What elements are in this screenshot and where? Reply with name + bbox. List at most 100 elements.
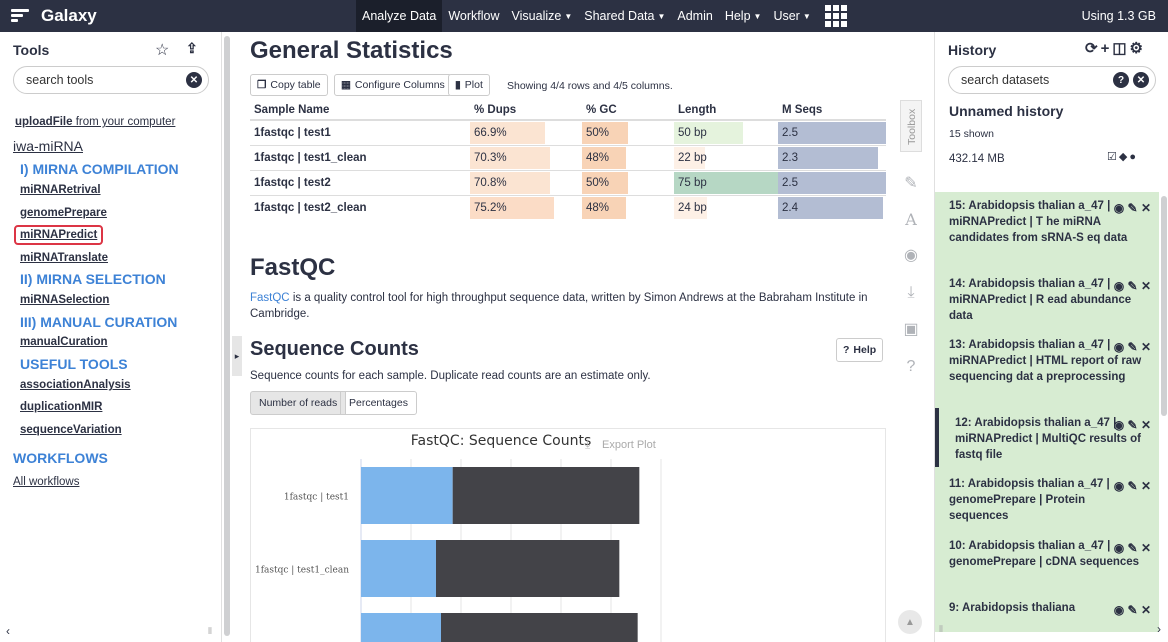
pencil-icon[interactable]: ✎ xyxy=(1128,418,1138,432)
clear-search-icon[interactable]: ✕ xyxy=(1133,72,1149,88)
tool-mirnapredict[interactable]: miRNAPredict xyxy=(14,225,104,245)
section-mirna-selection[interactable]: II) MIRNA SELECTION xyxy=(20,271,166,287)
eye-icon[interactable]: ◉ xyxy=(1114,418,1124,432)
col-dups[interactable]: % Dups xyxy=(470,100,582,121)
delete-icon[interactable]: ✕ xyxy=(1141,541,1151,555)
advanced-search-icon[interactable]: ? xyxy=(1113,72,1129,88)
resize-grip-icon[interactable]: ⦀ xyxy=(208,626,212,637)
pencil-icon[interactable]: ✎ xyxy=(1128,603,1138,617)
tab-number-of-reads[interactable]: Number of reads xyxy=(250,391,347,415)
bar-segment[interactable] xyxy=(441,613,638,642)
save-icon[interactable]: ▣ xyxy=(900,318,922,340)
col-m-seqs[interactable]: M Seqs xyxy=(778,100,886,121)
tool-mirnatranslate[interactable]: miRNATranslate xyxy=(20,252,108,264)
section-manual-curation[interactable]: III) MANUAL CURATION xyxy=(20,314,177,330)
export-plot-button[interactable]: ⤓ Export Plot xyxy=(585,437,656,451)
copy-table-button[interactable]: ❐ Copy table xyxy=(250,74,328,96)
fastqc-link[interactable]: FastQC xyxy=(250,292,290,304)
delete-icon[interactable]: ✕ xyxy=(1141,201,1151,215)
pin-icon[interactable]: ✎ xyxy=(900,172,922,194)
font-icon[interactable]: A xyxy=(900,208,922,230)
tab-percentages[interactable]: Percentages xyxy=(340,391,417,415)
question-circle-icon[interactable]: ? xyxy=(900,356,922,378)
scroll-left-arrow-icon[interactable]: ‹ xyxy=(6,624,10,638)
toolbox-name[interactable]: iwa-miRNA xyxy=(13,138,83,154)
tags-icon[interactable]: ◆ xyxy=(1119,151,1129,163)
nav-analyze-data[interactable]: Analyze Data xyxy=(356,0,443,32)
eye-icon[interactable]: ◉ xyxy=(1114,201,1124,215)
delete-icon[interactable]: ✕ xyxy=(1141,418,1151,432)
brand[interactable]: Galaxy xyxy=(0,6,340,26)
tool-genomeprepare[interactable]: genomePrepare xyxy=(20,207,107,219)
checkbox-icon[interactable]: ☑ xyxy=(1107,151,1119,163)
bar-segment[interactable] xyxy=(452,467,640,524)
columns-icon[interactable]: ◫ xyxy=(1112,40,1129,57)
refresh-icon[interactable]: ⟳ xyxy=(1085,40,1101,57)
history-item[interactable]: 13: Arabidopsis thalian a_47 | miRNAPred… xyxy=(935,337,1159,385)
eye-icon[interactable]: ◉ xyxy=(1114,603,1124,617)
delete-icon[interactable]: ✕ xyxy=(1141,340,1151,354)
section-useful-tools[interactable]: USEFUL TOOLS xyxy=(20,356,128,372)
scroll-right-arrow-icon[interactable]: › xyxy=(1157,622,1161,636)
pencil-icon[interactable]: ✎ xyxy=(1128,541,1138,555)
col-sample-name[interactable]: Sample Name xyxy=(250,100,470,121)
history-item[interactable]: 15: Arabidopsis thalian a_47 | miRNAPred… xyxy=(935,198,1159,246)
section-workflows[interactable]: WORKFLOWS xyxy=(13,450,108,466)
nav-help[interactable]: Help ▼ xyxy=(719,0,768,32)
pencil-icon[interactable]: ✎ xyxy=(1128,279,1138,293)
eye-slash-icon[interactable]: ◉ xyxy=(900,244,922,266)
quota-meter[interactable]: Using 1.3 GB xyxy=(1082,9,1156,23)
bar-segment[interactable] xyxy=(361,613,441,642)
delete-icon[interactable]: ✕ xyxy=(1141,603,1151,617)
nav-shared-data[interactable]: Shared Data ▼ xyxy=(578,0,671,32)
download-icon[interactable]: ⤓ xyxy=(900,282,922,304)
pencil-icon[interactable]: ✎ xyxy=(1128,340,1138,354)
pencil-icon[interactable]: ✎ xyxy=(1128,479,1138,493)
help-button[interactable]: ? Help xyxy=(836,338,884,362)
pencil-icon[interactable]: ✎ xyxy=(1128,201,1138,215)
eye-icon[interactable]: ◉ xyxy=(1114,541,1124,555)
history-item[interactable]: 11: Arabidopsis thalian a_47 | genomePre… xyxy=(935,476,1159,524)
bar-segment[interactable] xyxy=(361,467,453,524)
resize-grip-icon[interactable]: ⦀ xyxy=(939,624,943,635)
history-item[interactable]: 14: Arabidopsis thalian a_47 | miRNAPred… xyxy=(935,276,1159,324)
history-item[interactable]: 10: Arabidopsis thalian a_47 | genomePre… xyxy=(935,538,1159,570)
tool-search-input[interactable]: search tools xyxy=(13,66,209,94)
tool-associationanalysis[interactable]: associationAnalysis xyxy=(20,379,131,391)
upload-file-link[interactable]: uploadFile from your computer xyxy=(15,116,175,128)
toolbox-tab[interactable]: Toolbox xyxy=(900,100,922,152)
favorites-star-icon[interactable]: ☆ xyxy=(155,40,169,60)
eye-icon[interactable]: ◉ xyxy=(1114,340,1124,354)
delete-icon[interactable]: ✕ xyxy=(1141,479,1151,493)
nav-admin[interactable]: Admin xyxy=(671,0,718,32)
nav-workflow[interactable]: Workflow xyxy=(442,0,505,32)
tool-mirnaretrival[interactable]: miRNARetrival xyxy=(20,184,101,196)
comment-icon[interactable]: ● xyxy=(1129,151,1138,163)
tool-panel-scrollbar[interactable] xyxy=(224,36,230,636)
bar-segment[interactable] xyxy=(361,540,436,597)
col-length[interactable]: Length xyxy=(674,100,778,121)
eye-icon[interactable]: ◉ xyxy=(1114,279,1124,293)
nav-user[interactable]: User ▼ xyxy=(767,0,816,32)
tool-duplicationmir[interactable]: duplicationMIR xyxy=(20,401,102,413)
upload-icon[interactable]: ⇪ xyxy=(186,40,198,57)
history-name[interactable]: Unnamed history xyxy=(949,103,1063,119)
tool-sequencevariation[interactable]: sequenceVariation xyxy=(20,424,122,436)
history-item[interactable]: 9: Arabidopsis thaliana ◉ ✎ ✕ xyxy=(935,600,1159,617)
section-mirna-compilation[interactable]: I) MIRNA COMPILATION xyxy=(20,161,179,177)
history-item-selected[interactable]: 12: Arabidopsis thalian a_47 | miRNAPred… xyxy=(935,408,1159,467)
history-scrollbar[interactable] xyxy=(1161,196,1167,416)
all-workflows-link[interactable]: All workflows xyxy=(13,476,79,488)
tool-manualcuration[interactable]: manualCuration xyxy=(20,336,108,348)
history-shown-count[interactable]: 15 shown xyxy=(949,128,994,140)
bar-segment[interactable] xyxy=(436,540,620,597)
scroll-top-button[interactable]: ▲ xyxy=(898,610,922,634)
plot-button[interactable]: ▮ Plot xyxy=(448,74,490,96)
tool-mirnaselection[interactable]: miRNASelection xyxy=(20,294,109,306)
delete-icon[interactable]: ✕ xyxy=(1141,279,1151,293)
configure-columns-button[interactable]: ▦ Configure Columns xyxy=(334,74,452,96)
eye-icon[interactable]: ◉ xyxy=(1114,479,1124,493)
apps-grid-icon[interactable] xyxy=(824,5,847,27)
clear-search-icon[interactable]: ✕ xyxy=(186,72,202,88)
gear-icon[interactable]: ⚙ xyxy=(1130,40,1146,57)
